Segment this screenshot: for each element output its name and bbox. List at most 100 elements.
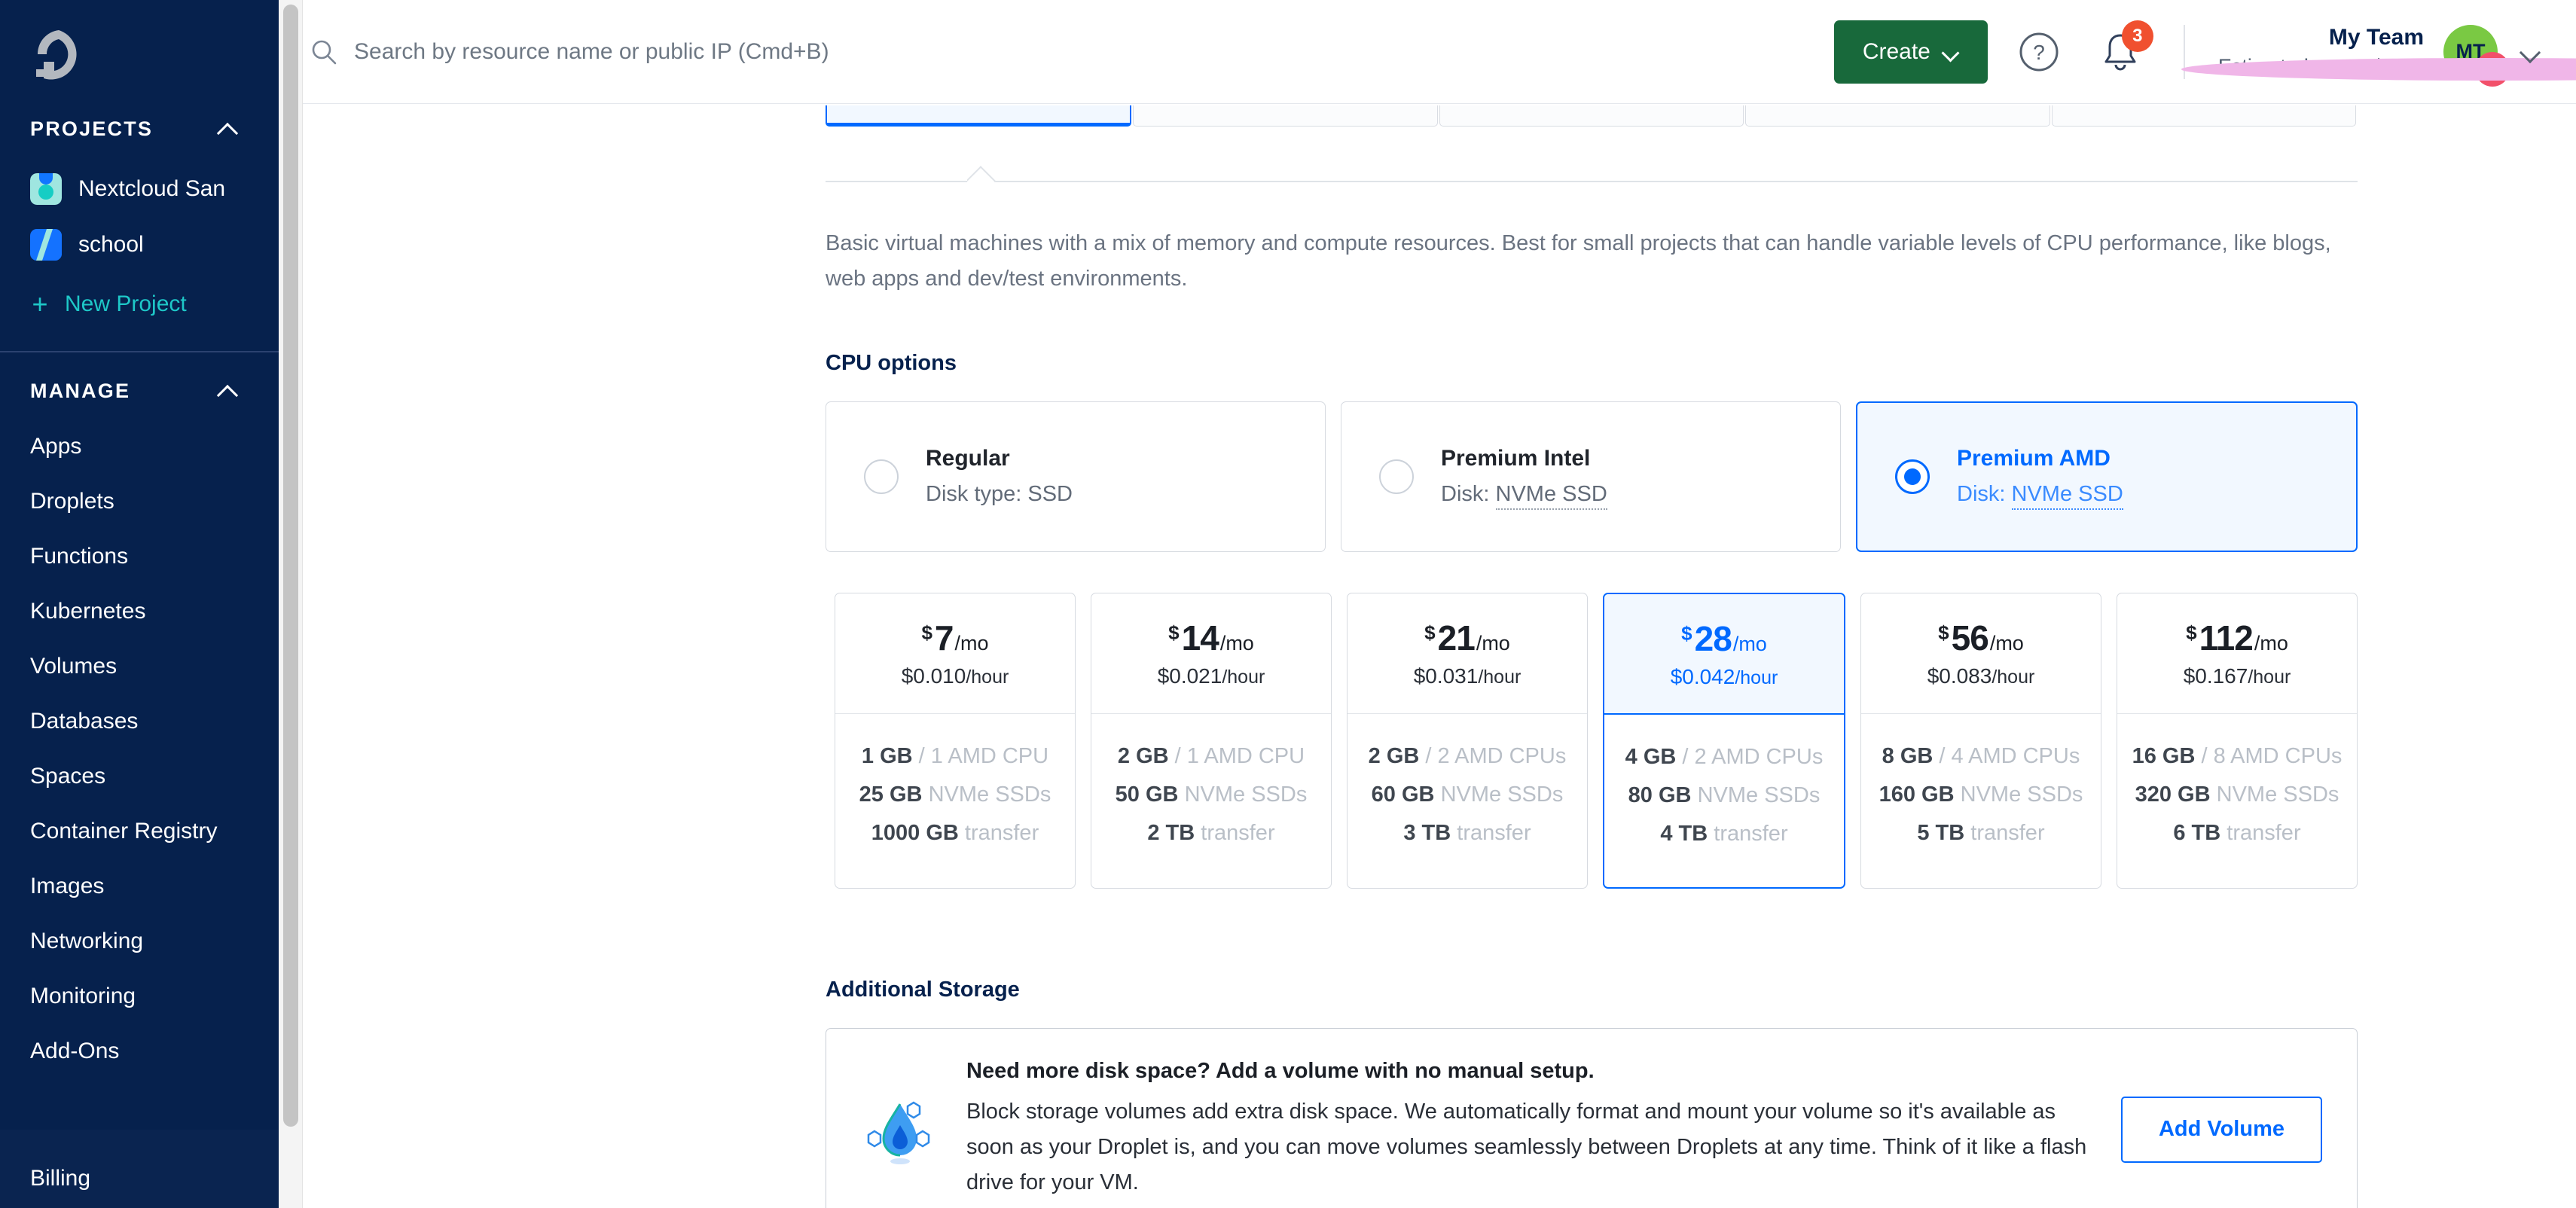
plan-monthly-price: $21/mo — [1424, 618, 1510, 658]
plan-transfer-label: transfer — [1970, 820, 2045, 845]
cpu-option-premium-amd[interactable]: Premium AMD Disk: NVMe SSD — [1856, 401, 2358, 552]
plan-memory: 2 GB — [1368, 743, 1420, 768]
tab-general-purpose[interactable] — [1133, 105, 1438, 127]
plan-amount: 7 — [934, 618, 954, 658]
sidebar-item-apps[interactable]: Apps — [0, 419, 279, 474]
sidebar-item-nextcloud-san[interactable]: Nextcloud San — [0, 161, 279, 217]
volume-promo-body: Block storage volumes add extra disk spa… — [966, 1099, 2087, 1194]
plan-hourly-amount: $0.031 — [1413, 664, 1479, 688]
plan-card-selected[interactable]: $28/mo $0.042/hour 4 GB / 2 AMD CPUs 80 … — [1603, 592, 1845, 889]
search-input[interactable] — [354, 38, 1834, 65]
plan-card[interactable]: $7/mo $0.010/hour 1 GB / 1 AMD CPU 25 GB… — [835, 592, 1076, 889]
chevron-up-icon[interactable] — [217, 384, 240, 398]
plan-price-header: $7/mo $0.010/hour — [835, 593, 1075, 714]
tab-storage-optimized[interactable] — [2051, 105, 2357, 127]
search-container[interactable] — [310, 38, 1834, 66]
plan-hourly-amount: $0.021 — [1157, 664, 1222, 688]
plan-period: /mo — [1476, 632, 1510, 655]
new-project-button[interactable]: + New Project — [0, 276, 279, 333]
currency-symbol: $ — [2186, 621, 2197, 645]
cpu-option-disk-prefix: Disk: — [1441, 482, 1496, 507]
tab-panel-connector — [826, 170, 2358, 182]
sidebar-item-container-registry[interactable]: Container Registry — [0, 804, 279, 859]
manage-section-title: MANAGE — [30, 379, 131, 402]
plan-hourly-unit: /hour — [966, 667, 1009, 688]
plan-specs: 16 GB / 8 AMD CPUs 320 GB NVMe SSDs 6 TB… — [2117, 714, 2357, 886]
projects-section-header[interactable]: PROJECTS — [0, 107, 279, 151]
tab-shared-cpu-basic[interactable] — [826, 105, 1132, 127]
add-volume-button[interactable]: Add Volume — [2120, 1096, 2322, 1163]
radio-icon[interactable] — [1379, 459, 1414, 494]
plan-cpu: 4 AMD CPUs — [1951, 743, 2080, 768]
plan-spec-transfer: 3 TB transfer — [1348, 821, 1587, 846]
plan-card[interactable]: $21/mo $0.031/hour 2 GB / 2 AMD CPUs 60 … — [1347, 592, 1588, 889]
manage-section: MANAGE Apps Droplets Functions Kubernete… — [0, 369, 279, 1078]
digitalocean-logo[interactable] — [32, 27, 86, 81]
cpu-option-name: Premium AMD — [1957, 446, 2111, 471]
sidebar-item-billing[interactable]: Billing — [0, 1149, 279, 1208]
sidebar-item-volumes[interactable]: Volumes — [0, 639, 279, 694]
sidebar-item-label: Nextcloud San — [78, 176, 226, 201]
plan-hourly-price: $0.167/hour — [2184, 664, 2291, 688]
sidebar-item-droplets[interactable]: Droplets — [0, 474, 279, 529]
help-icon[interactable]: ? — [2018, 31, 2060, 73]
plan-monthly-price: $28/mo — [1681, 618, 1767, 659]
manage-section-header[interactable]: MANAGE — [0, 369, 279, 413]
sidebar-item-networking[interactable]: Networking — [0, 914, 279, 969]
currency-symbol: $ — [921, 621, 932, 645]
plan-monthly-price: $14/mo — [1168, 618, 1254, 658]
chevron-down-icon[interactable] — [2520, 45, 2541, 59]
tab-cpu-optimized[interactable] — [1439, 105, 1744, 127]
team-name: My Team — [2328, 25, 2424, 50]
cpu-option-disk-value[interactable]: NVMe SSD — [2011, 482, 2123, 511]
sidebar-item-school[interactable]: school — [0, 217, 279, 273]
plan-disk: 50 GB — [1115, 782, 1179, 807]
create-button[interactable]: Create — [1833, 20, 1988, 84]
plan-spec-transfer: 2 TB transfer — [1091, 821, 1331, 846]
cpu-option-regular[interactable]: Regular Disk type: SSD — [826, 401, 1326, 552]
cpu-option-disk-prefix: Disk: — [1957, 482, 2012, 507]
plan-transfer: 1000 GB — [871, 820, 959, 845]
tab-memory-optimized[interactable] — [1745, 105, 2050, 127]
sidebar: PROJECTS Nextcloud San school + New Proj… — [0, 0, 279, 1208]
top-header-bar: Create ? 3 My Team Estimated costs: — [279, 0, 2576, 104]
logo-container[interactable] — [0, 0, 279, 90]
plan-spec-disk: 50 GB NVMe SSDs — [1091, 782, 1331, 807]
sidebar-item-databases[interactable]: Databases — [0, 694, 279, 749]
plan-transfer-label: transfer — [1714, 821, 1788, 846]
plan-card[interactable]: $14/mo $0.021/hour 2 GB / 1 AMD CPU 50 G… — [1091, 592, 1332, 889]
plan-price-header: $28/mo $0.042/hour — [1604, 593, 1844, 715]
cpu-option-disk-value[interactable]: NVMe SSD — [1495, 482, 1607, 511]
additional-storage-title: Additional Storage — [826, 977, 1020, 1002]
scrollbar-thumb[interactable] — [283, 5, 298, 1127]
notifications-bell[interactable]: 3 — [2099, 20, 2153, 75]
plan-period: /mo — [1219, 632, 1254, 655]
radio-icon[interactable] — [1895, 459, 1930, 494]
page-scrollbar[interactable] — [279, 0, 303, 1208]
plan-cpu: 2 AMD CPUs — [1437, 743, 1567, 768]
sidebar-item-functions[interactable]: Functions — [0, 529, 279, 584]
app-root: PROJECTS Nextcloud San school + New Proj… — [0, 0, 2576, 1208]
plan-monthly-price: $56/mo — [1938, 618, 2024, 658]
avatar[interactable]: MT — [2181, 24, 2576, 87]
radio-icon[interactable] — [864, 459, 899, 494]
plan-disk-label: NVMe SSDs — [1697, 782, 1821, 807]
sidebar-item-spaces[interactable]: Spaces — [0, 749, 279, 804]
plan-disk-label: NVMe SSDs — [1184, 782, 1308, 807]
sidebar-item-addons[interactable]: Add-Ons — [0, 1023, 279, 1078]
plan-monthly-price: $112/mo — [2186, 618, 2288, 658]
sidebar-item-kubernetes[interactable]: Kubernetes — [0, 584, 279, 639]
currency-symbol: $ — [1168, 621, 1180, 645]
projects-list: Nextcloud San school + New Project — [0, 161, 279, 333]
chevron-up-icon[interactable] — [217, 122, 240, 136]
plan-disk-label: NVMe SSDs — [1960, 782, 2083, 807]
sidebar-item-monitoring[interactable]: Monitoring — [0, 969, 279, 1023]
plan-card[interactable]: $112/mo $0.167/hour 16 GB / 8 AMD CPUs 3… — [2117, 592, 2358, 889]
sidebar-item-images[interactable]: Images — [0, 859, 279, 914]
plan-hourly-unit: /hour — [2248, 667, 2291, 688]
plan-memory: 16 GB — [2132, 743, 2196, 768]
plan-card[interactable]: $56/mo $0.083/hour 8 GB / 4 AMD CPUs 160… — [1860, 592, 2101, 889]
projects-section-title: PROJECTS — [30, 117, 154, 140]
cpu-option-premium-intel[interactable]: Premium Intel Disk: NVMe SSD — [1341, 401, 1841, 552]
plan-cpu: 8 AMD CPUs — [2213, 743, 2343, 768]
